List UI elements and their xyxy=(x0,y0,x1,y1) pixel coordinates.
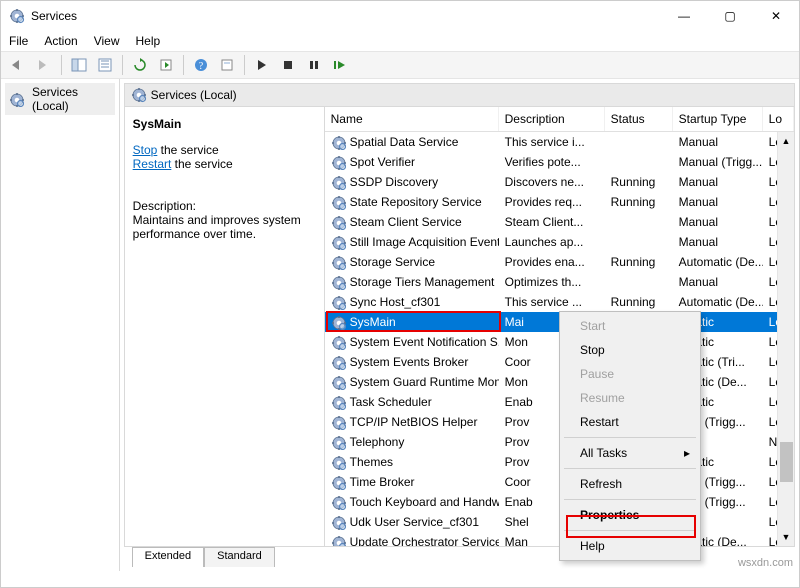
column-headers: Name Description Status Startup Type Lo xyxy=(325,107,794,132)
ctx-refresh[interactable]: Refresh xyxy=(562,472,698,496)
table-row[interactable]: Spot VerifierVerifies pote...Manual (Tri… xyxy=(325,152,794,172)
ctx-all-tasks[interactable]: All Tasks▸ xyxy=(562,441,698,465)
chevron-right-icon: ▸ xyxy=(684,446,690,460)
table-row[interactable]: Spatial Data ServiceThis service i...Man… xyxy=(325,132,794,152)
close-button[interactable]: ✕ xyxy=(753,1,799,31)
col-description[interactable]: Description xyxy=(499,107,605,131)
tree-pane: Services (Local) xyxy=(1,79,120,571)
export-button[interactable] xyxy=(93,54,117,76)
pane-title: Services (Local) xyxy=(151,88,237,102)
ctx-restart[interactable]: Restart xyxy=(562,410,698,434)
show-hide-button[interactable] xyxy=(67,54,91,76)
back-button[interactable] xyxy=(6,54,30,76)
menubar: File Action View Help xyxy=(1,31,799,51)
col-status[interactable]: Status xyxy=(605,107,673,131)
properties-button[interactable] xyxy=(215,54,239,76)
description-label: Description: xyxy=(133,199,316,213)
ctx-start[interactable]: Start xyxy=(562,314,698,338)
selected-service-name: SysMain xyxy=(133,117,316,131)
ctx-stop[interactable]: Stop xyxy=(562,338,698,362)
restart-link[interactable]: Restart xyxy=(133,157,172,171)
description-text: Maintains and improves system performanc… xyxy=(133,213,316,241)
tab-standard[interactable]: Standard xyxy=(204,547,275,567)
context-menu: Start Stop Pause Resume Restart All Task… xyxy=(559,311,701,561)
ctx-properties[interactable]: Properties xyxy=(562,503,698,527)
titlebar: Services — ▢ ✕ xyxy=(1,1,799,31)
window-title: Services xyxy=(31,9,661,23)
forward-button[interactable] xyxy=(32,54,56,76)
stop-link[interactable]: Stop xyxy=(133,143,158,157)
detail-panel: SysMain Stop the service Restart the ser… xyxy=(125,107,325,546)
ctx-resume[interactable]: Resume xyxy=(562,386,698,410)
watermark: wsxdn.com xyxy=(738,557,793,569)
pause-service-button[interactable] xyxy=(302,54,326,76)
refresh-button[interactable] xyxy=(128,54,152,76)
ctx-pause[interactable]: Pause xyxy=(562,362,698,386)
pane-header: Services (Local) xyxy=(124,83,795,107)
scroll-thumb[interactable] xyxy=(780,442,793,482)
start-service-button[interactable] xyxy=(250,54,274,76)
menu-help[interactable]: Help xyxy=(136,34,161,48)
stop-service-button[interactable] xyxy=(276,54,300,76)
table-row[interactable]: Storage ServiceProvides ena...RunningAut… xyxy=(325,252,794,272)
maximize-button[interactable]: ▢ xyxy=(707,1,753,31)
tab-extended[interactable]: Extended xyxy=(132,547,204,567)
table-row[interactable]: Steam Client ServiceSteam Client...Manua… xyxy=(325,212,794,232)
col-name[interactable]: Name xyxy=(325,107,499,131)
col-startup[interactable]: Startup Type xyxy=(673,107,763,131)
table-row[interactable]: Still Image Acquisition EventsLaunches a… xyxy=(325,232,794,252)
table-row[interactable]: Storage Tiers ManagementOptimizes th...M… xyxy=(325,272,794,292)
table-row[interactable]: State Repository ServiceProvides req...R… xyxy=(325,192,794,212)
app-icon xyxy=(9,8,25,24)
col-logon[interactable]: Lo xyxy=(763,107,794,131)
menu-view[interactable]: View xyxy=(94,34,120,48)
table-row[interactable]: SSDP DiscoveryDiscovers ne...RunningManu… xyxy=(325,172,794,192)
ctx-help[interactable]: Help xyxy=(562,534,698,558)
export-list-button[interactable] xyxy=(154,54,178,76)
minimize-button[interactable]: — xyxy=(661,1,707,31)
toolbar: ? xyxy=(1,51,799,79)
table-row[interactable]: Sync Host_cf301This service ...RunningAu… xyxy=(325,292,794,312)
restart-service-button[interactable] xyxy=(328,54,352,76)
menu-action[interactable]: Action xyxy=(44,34,77,48)
svg-text:?: ? xyxy=(199,61,204,72)
menu-file[interactable]: File xyxy=(9,34,28,48)
vertical-scrollbar[interactable]: ▲ ▼ xyxy=(777,132,794,546)
help-button[interactable]: ? xyxy=(189,54,213,76)
tree-root-services[interactable]: Services (Local) xyxy=(5,83,115,115)
tree-root-label: Services (Local) xyxy=(32,85,111,113)
